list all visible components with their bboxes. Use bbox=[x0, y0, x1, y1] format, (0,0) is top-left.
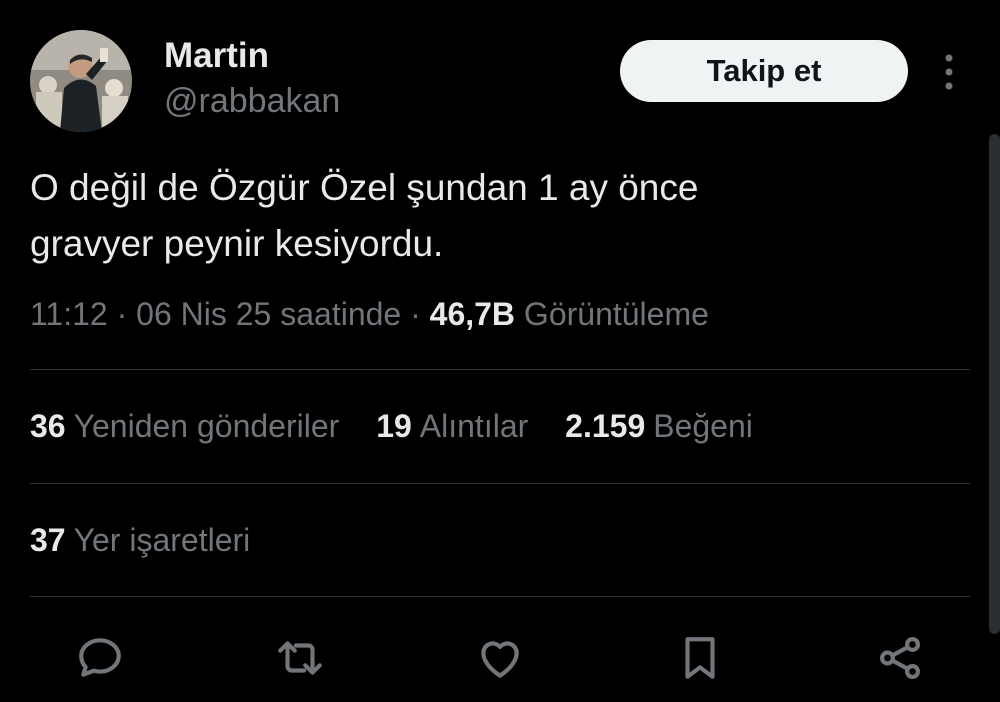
bookmark-icon bbox=[685, 637, 715, 679]
avatar-image bbox=[30, 30, 132, 132]
tweet-meta: 11:12 · 06 Nis 25 saatinde · 46,7B Görün… bbox=[30, 296, 709, 333]
tweet-text-line: O değil de Özgür Özel şundan 1 ay önce bbox=[30, 167, 699, 208]
display-name[interactable]: Martin bbox=[164, 36, 269, 76]
share-button[interactable] bbox=[872, 630, 928, 686]
likes-stat[interactable]: 2.159 Beğeni bbox=[565, 408, 753, 444]
divider bbox=[30, 369, 970, 370]
quotes-stat[interactable]: 19 Alıntılar bbox=[376, 408, 528, 444]
reposts-label: Yeniden gönderiler bbox=[73, 408, 340, 444]
likes-label: Beğeni bbox=[653, 408, 753, 444]
views-label: Görüntüleme bbox=[523, 296, 709, 332]
bookmarks-count: 37 bbox=[30, 522, 66, 558]
repost-icon bbox=[278, 641, 322, 675]
stats-row: 36 Yeniden gönderiler 19 Alıntılar 2.159 Be… bbox=[30, 408, 781, 445]
avatar[interactable] bbox=[30, 30, 132, 132]
views-count: 46,7B bbox=[429, 296, 516, 332]
tweet-text-line: gravyer peynir kesiyordu. bbox=[30, 223, 444, 264]
like-button[interactable] bbox=[472, 630, 528, 686]
quotes-count: 19 bbox=[376, 408, 412, 444]
likes-count: 2.159 bbox=[565, 408, 646, 444]
divider bbox=[30, 596, 970, 597]
reply-icon bbox=[79, 638, 121, 677]
reply-button[interactable] bbox=[72, 630, 128, 686]
reposts-stat[interactable]: 36 Yeniden gönderiler bbox=[30, 408, 339, 444]
repost-button[interactable] bbox=[272, 630, 328, 686]
quotes-label: Alıntılar bbox=[419, 408, 529, 444]
divider bbox=[30, 483, 970, 484]
share-icon bbox=[880, 636, 920, 680]
tweet-text: O değil de Özgür Özel şundan 1 ay önce g… bbox=[30, 160, 950, 272]
follow-button[interactable]: Takip et bbox=[620, 40, 908, 102]
heart-icon bbox=[481, 641, 519, 678]
bookmarks-stat[interactable]: 37 Yer işaretleri bbox=[30, 522, 250, 559]
bookmarks-label: Yer işaretleri bbox=[73, 522, 251, 558]
scrollbar[interactable] bbox=[989, 134, 1000, 634]
reposts-count: 36 bbox=[30, 408, 66, 444]
handle[interactable]: @rabbakan bbox=[164, 82, 340, 121]
more-vertical-icon[interactable] bbox=[934, 50, 964, 94]
bookmark-button[interactable] bbox=[672, 630, 728, 686]
tweet-timestamp[interactable]: 11:12 · 06 Nis 25 saatinde · bbox=[30, 296, 421, 332]
